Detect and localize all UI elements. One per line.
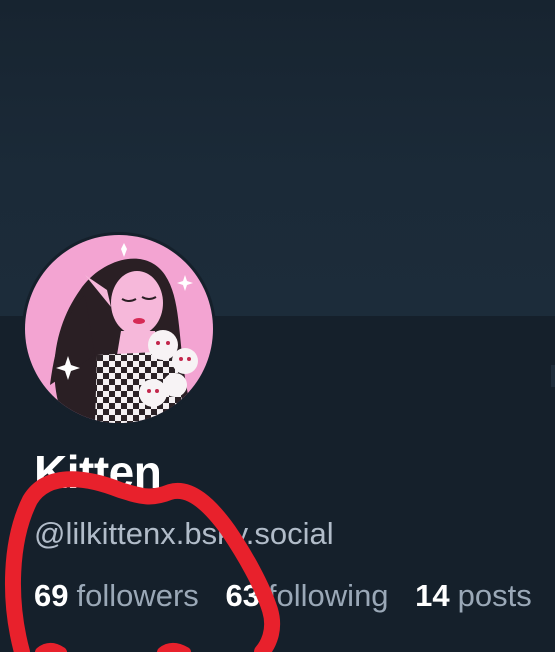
following-label: following <box>267 578 389 613</box>
following-count: 63 <box>225 578 260 613</box>
display-name: Kitten <box>34 446 162 498</box>
profile-stats: 69 followers 63 following 14 posts <box>34 575 550 617</box>
following-link[interactable]: 63 following <box>225 575 388 617</box>
avatar-illustration <box>25 235 213 423</box>
followers-count: 69 <box>34 578 69 613</box>
profile-screen: Kitten @lilkittenx.bsky.social 69 followe… <box>0 0 555 652</box>
profile-handle[interactable]: @lilkittenx.bsky.social <box>34 514 334 554</box>
followers-link[interactable]: 69 followers <box>34 575 199 617</box>
posts-stat: 14 posts <box>415 575 532 617</box>
followers-label: followers <box>76 578 199 613</box>
scroll-edge <box>551 365 555 387</box>
avatar[interactable] <box>22 232 216 426</box>
posts-label: posts <box>457 578 532 613</box>
posts-count: 14 <box>415 578 450 613</box>
